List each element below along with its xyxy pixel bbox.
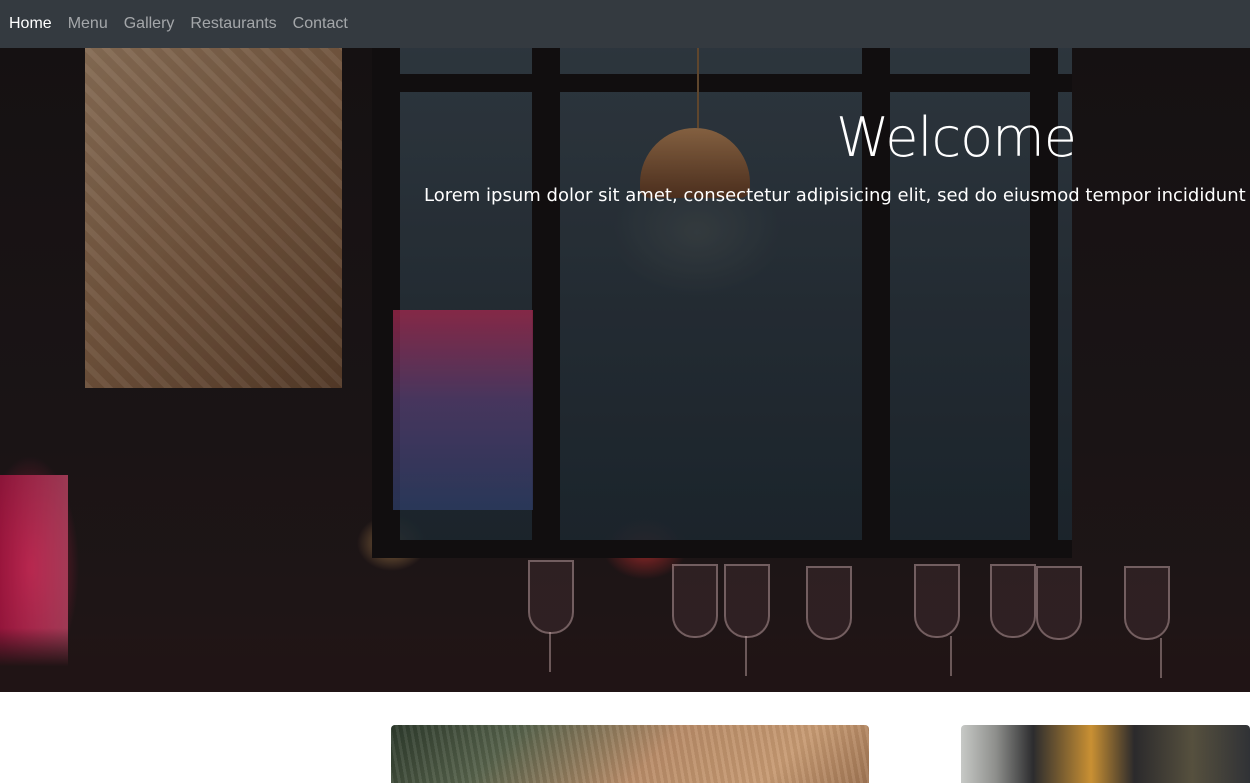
hero-title: Welcome bbox=[836, 106, 1077, 169]
hero-text: Lorem ipsum dolor sit amet, consectetur … bbox=[424, 185, 1250, 206]
card-image-restaurant-interior[interactable] bbox=[961, 725, 1250, 783]
nav-link-menu[interactable]: Menu bbox=[60, 0, 116, 48]
top-navbar: Home Menu Gallery Restaurants Contact bbox=[0, 0, 1250, 48]
nav-link-contact[interactable]: Contact bbox=[285, 0, 356, 48]
nav-link-home[interactable]: Home bbox=[0, 0, 60, 48]
nav-link-restaurants[interactable]: Restaurants bbox=[182, 0, 284, 48]
card-image-table-setting[interactable] bbox=[391, 725, 869, 783]
nav-link-gallery[interactable]: Gallery bbox=[116, 0, 183, 48]
hero-banner: Welcome Lorem ipsum dolor sit amet, cons… bbox=[0, 48, 1250, 692]
